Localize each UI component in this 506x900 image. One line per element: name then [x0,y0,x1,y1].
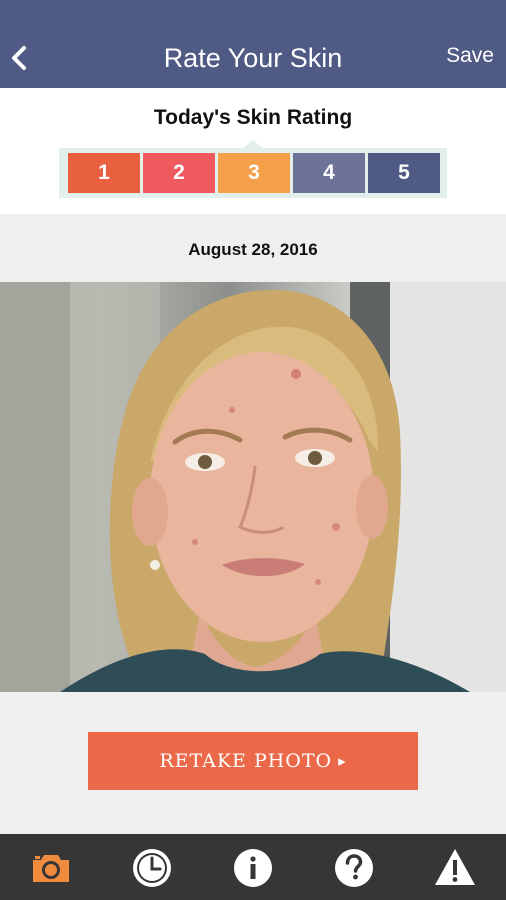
chevron-right-icon: ▸ [338,752,347,770]
history-clock-icon [133,849,171,887]
tab-help[interactable] [332,846,376,890]
bottom-tab-bar [0,834,506,900]
help-icon [335,849,373,887]
tab-warning[interactable] [433,846,477,890]
rating-option-4[interactable]: 4 [293,153,365,193]
rating-option-3[interactable]: 3 [218,153,290,193]
header-bar: Rate Your Skin Save [0,0,506,88]
tab-history[interactable] [130,846,174,890]
save-button[interactable]: Save [446,44,494,68]
tab-camera[interactable] [29,846,73,890]
warning-icon [435,849,475,885]
camera-icon [33,855,69,882]
rating-heading: Today's Skin Rating [153,106,353,129]
rating-option-5[interactable]: 5 [368,153,440,193]
retake-photo-label: RETAKE PHOTO [159,750,333,772]
date-band: August 28, 2016 [0,214,506,282]
skin-rating-panel: Today's Skin Rating 1 2 3 4 5 [0,88,506,214]
rating-option-2[interactable]: 2 [143,153,215,193]
rating-selector: 1 2 3 4 5 [59,148,447,198]
retake-photo-button[interactable]: RETAKE PHOTO ▸ [88,732,418,790]
skin-photo [0,282,506,692]
info-icon [234,849,272,887]
rating-option-1[interactable]: 1 [68,153,140,193]
photo-date: August 28, 2016 [188,240,318,259]
tab-info[interactable] [231,846,275,890]
page-title: Rate Your Skin [163,43,343,73]
